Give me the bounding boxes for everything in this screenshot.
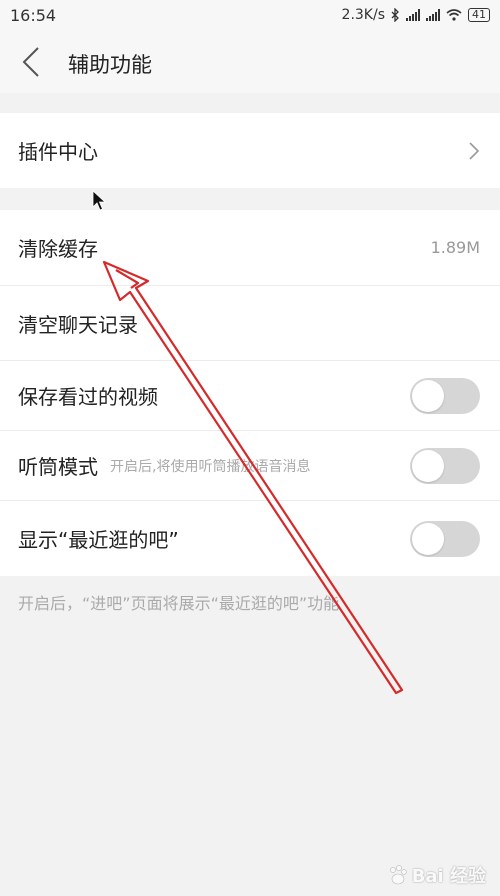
recent-bars-row: 显示“最近逛的吧” — [0, 500, 500, 576]
paw-logo-icon — [389, 865, 407, 885]
status-bar: 16:54 2.3K/s 41 — [0, 0, 500, 30]
page-title: 辅助功能 — [68, 53, 152, 77]
plugin-center-row[interactable]: 插件中心 — [0, 113, 500, 188]
toggle-knob — [412, 379, 444, 412]
recent-bars-label: 显示“最近逛的吧” — [18, 528, 179, 552]
earpiece-mode-description: 开启后,将使用听筒播放语音消息 — [110, 458, 311, 475]
chevron-right-icon — [469, 142, 480, 160]
watermark: Bai 经验 — [387, 862, 486, 888]
cache-size-value: 1.89M — [430, 238, 480, 257]
network-speed: 2.3K/s — [341, 7, 385, 23]
cell-signal-icon — [406, 9, 420, 21]
clear-chat-label: 清空聊天记录 — [18, 312, 138, 337]
status-time: 16:54 — [10, 6, 57, 25]
earpiece-mode-toggle[interactable] — [410, 447, 480, 484]
wifi-icon — [446, 9, 462, 21]
status-indicators: 2.3K/s 41 — [342, 5, 490, 25]
header: 辅助功能 — [0, 30, 500, 93]
back-arrow-icon[interactable] — [18, 44, 48, 80]
bluetooth-icon — [391, 8, 399, 22]
battery-icon: 41 — [468, 8, 490, 22]
clear-cache-label: 清除缓存 — [18, 237, 98, 261]
save-videos-label: 保存看过的视频 — [18, 385, 158, 409]
save-videos-toggle[interactable] — [410, 377, 480, 414]
clear-chat-row[interactable]: 清空聊天记录 — [0, 285, 500, 360]
plugin-section: 插件中心 — [0, 113, 500, 188]
toggle-knob — [412, 522, 444, 555]
clear-cache-row[interactable]: 清除缓存 1.89M — [0, 210, 500, 285]
save-videos-row: 保存看过的视频 — [0, 360, 500, 430]
watermark-text: Bai 经验 — [411, 866, 486, 887]
recent-bars-toggle[interactable] — [410, 520, 480, 557]
recent-bars-note: 开启后，“进吧”页面将展示“最近逛的吧”功能 — [18, 594, 340, 613]
options-section: 清除缓存 1.89M 清空聊天记录 保存看过的视频 听筒模式 开启后,将使用听筒… — [0, 210, 500, 576]
earpiece-mode-row: 听筒模式 开启后,将使用听筒播放语音消息 — [0, 430, 500, 500]
cell-signal-2-icon — [426, 9, 440, 21]
mouse-cursor-icon — [92, 190, 106, 211]
toggle-knob — [412, 449, 444, 482]
earpiece-mode-label: 听筒模式 — [18, 455, 98, 479]
plugin-center-label: 插件中心 — [18, 140, 98, 164]
